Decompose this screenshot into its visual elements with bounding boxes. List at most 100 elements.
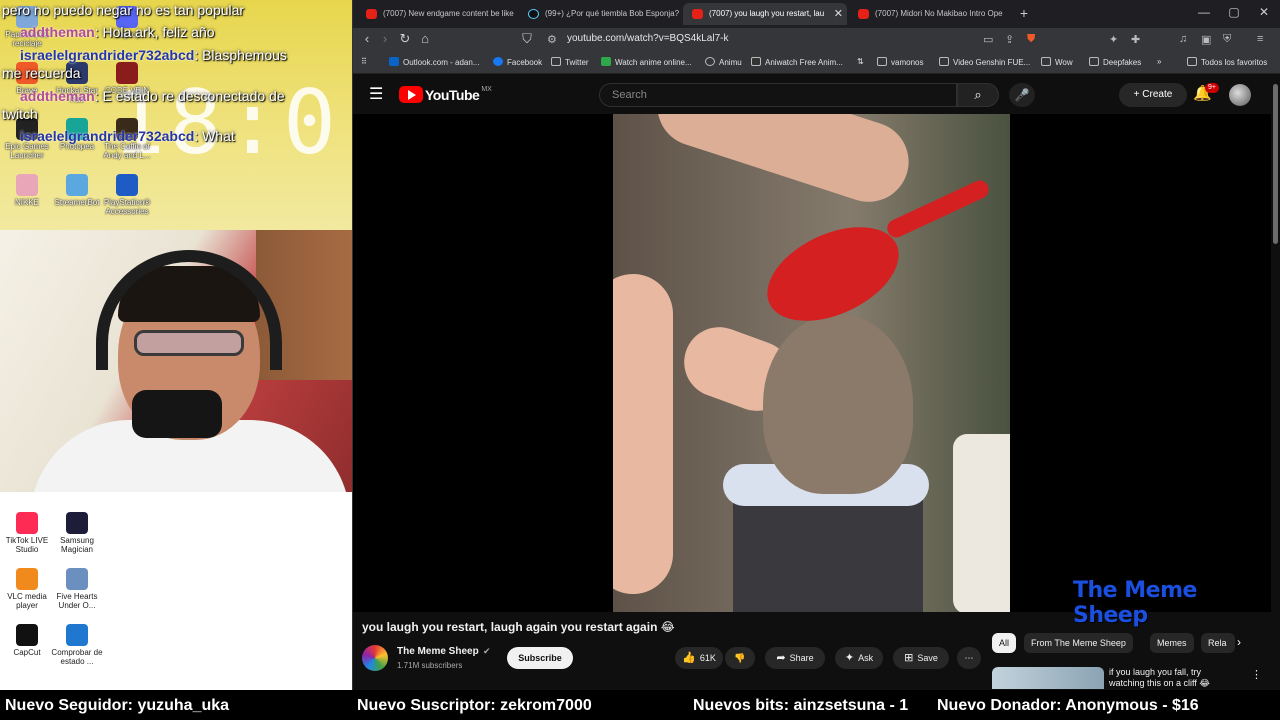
desktop-icon-nikke[interactable]: NIKKE	[0, 174, 54, 207]
browser-menu-icon[interactable]: ≡	[1257, 33, 1263, 45]
hamburger-menu-icon[interactable]: ☰	[369, 84, 383, 104]
new-bits-alert: Nuevos bits: ainzsetsuna - 1	[693, 697, 909, 714]
youtube-icon	[366, 9, 377, 19]
extensions-icon[interactable]: ✦	[1109, 33, 1118, 46]
recommendation-menu-icon[interactable]: ⋮	[1251, 668, 1262, 681]
bookmark-aniwatch[interactable]: Aniwatch Free Anim...	[751, 57, 843, 67]
bookmarks-bar: ⠿ Outlook.com - adan... Facebook Twitter…	[353, 52, 1280, 74]
desktop-icon-playstation[interactable]: PlayStation® Accessories	[100, 174, 154, 216]
tab-midori[interactable]: (7007) Midori No Makibao Intro Ope	[849, 3, 1009, 25]
recommendation-thumbnail[interactable]	[992, 667, 1104, 689]
share-button[interactable]: ➦ Share	[765, 647, 825, 669]
search-icon: ⌕	[974, 87, 982, 102]
recommendation-title[interactable]: if you laugh you fall, try watching this…	[1109, 667, 1239, 689]
ask-button[interactable]: ✦ Ask	[835, 647, 883, 669]
share-page-icon[interactable]: ⇪	[1005, 33, 1014, 46]
aniwatch-icon	[751, 57, 761, 66]
bookmark-all-favorites[interactable]: Todos los favoritos	[1187, 57, 1267, 67]
home-button[interactable]: ⌂	[415, 31, 435, 46]
channel-watermark: The Meme Sheep	[1073, 578, 1197, 628]
bookmark-folder-wow[interactable]: Wow	[1041, 57, 1073, 67]
vpn-icon[interactable]: ⛨	[1223, 33, 1231, 46]
chevron-right-icon[interactable]: ›	[1237, 635, 1241, 649]
youtube-logo[interactable]: YouTube MX	[399, 86, 492, 104]
bookmark-twitter[interactable]: Twitter	[551, 57, 589, 67]
minimize-button[interactable]: —	[1189, 5, 1219, 19]
bookmark-facebook[interactable]: Facebook	[493, 57, 542, 67]
chat-message: israelelgrandrider732abcd: Blasphemous	[20, 47, 287, 63]
new-tab-button[interactable]: +	[1009, 5, 1039, 21]
save-button[interactable]: ⊞ Save	[893, 647, 949, 669]
chip-all[interactable]: All	[992, 633, 1017, 653]
account-avatar[interactable]	[1229, 84, 1251, 106]
desktop-icon-capcut[interactable]: CapCut	[0, 624, 54, 657]
tab-bob-esponja[interactable]: (99+) ¿Por qué tiembla Bob Esponja?	[519, 3, 681, 25]
search-input[interactable]: Search	[599, 83, 957, 107]
stream-alerts-ticker: Nuevo Seguidor: yuzuha_uka Nuevo Suscrip…	[0, 690, 1280, 720]
voice-search-button[interactable]: 🎤	[1009, 83, 1035, 107]
chat-message: pero no puedo negar no es tan popular	[2, 2, 245, 18]
channel-name[interactable]: The Meme Sheep	[397, 646, 479, 657]
folder-icon	[1041, 57, 1051, 66]
scrollbar-thumb[interactable]	[1273, 84, 1278, 244]
chip-related[interactable]: Rela	[1201, 633, 1235, 653]
youtube-play-icon	[399, 86, 423, 104]
desktop-icon-five-hearts[interactable]: Five Hearts Under O...	[50, 568, 104, 610]
bookmark-folder-genshin[interactable]: Video Genshin FUE...	[939, 57, 1030, 67]
samsung-magician-icon	[66, 512, 88, 534]
forward-button[interactable]: ›	[375, 31, 395, 46]
webcam-feed	[0, 230, 352, 492]
desktop-panel: 18:0 Papelera de reciclaje Legacy Brave …	[0, 0, 352, 690]
tab-you-laugh[interactable]: (7007) you laugh you restart, lau ✕	[683, 3, 847, 25]
site-info-icon[interactable]: ⚙	[547, 33, 557, 46]
desktop-icon-samsung-magician[interactable]: Samsung Magician	[50, 512, 104, 554]
wallet-icon[interactable]: ▣	[1201, 33, 1211, 46]
back-button[interactable]: ‹	[357, 31, 377, 46]
create-button[interactable]: + Create	[1119, 83, 1187, 107]
microphone-icon: 🎤	[1014, 88, 1030, 102]
media-icon[interactable]: ♫	[1179, 33, 1187, 45]
bookmark-outlook[interactable]: Outlook.com - adan...	[389, 57, 479, 67]
close-window-button[interactable]: ✕	[1249, 5, 1279, 19]
cast-icon[interactable]: ▭	[983, 33, 993, 46]
nikke-icon	[16, 174, 38, 196]
desktop-icon-streamerbot[interactable]: StreamerBot	[50, 174, 104, 207]
sparkle-icon: ✦	[844, 652, 855, 664]
desktop-icon-tiktok-live[interactable]: TikTok LIVE Studio	[0, 512, 54, 554]
folder-icon	[1187, 57, 1197, 66]
chat-message: addtheman: Hola ark, feliz año	[20, 24, 215, 40]
chip-memes[interactable]: Memes	[1150, 633, 1194, 653]
chat-message: addtheman: E estado re desconectado de	[20, 88, 285, 104]
thumbs-up-icon: 👍	[682, 652, 696, 664]
desktop-icon-vlc[interactable]: VLC media player	[0, 568, 54, 610]
subscribe-button[interactable]: Subscribe	[507, 647, 573, 669]
bookmark-watch-anime[interactable]: Watch anime online...	[601, 57, 692, 67]
video-player[interactable]: The Meme Sheep	[353, 114, 1273, 628]
tab-new-endgame[interactable]: (7007) New endgame content be like	[357, 3, 517, 25]
bookmark-extra[interactable]: ⇅	[857, 57, 864, 66]
puzzle-icon[interactable]: ✚	[1131, 33, 1140, 46]
reload-button[interactable]: ↻	[395, 31, 415, 47]
url-field[interactable]: youtube.com/watch?v=BQS4kLal7-k	[567, 33, 728, 44]
channel-avatar[interactable]	[362, 645, 388, 671]
bookmark-folder-deepfakes[interactable]: Deepfakes	[1089, 57, 1141, 67]
brave-shields-icon[interactable]: ⛊	[1027, 33, 1035, 46]
bookmark-folder-vamonos[interactable]: vamonos	[877, 57, 923, 67]
more-actions-button[interactable]: ⋯	[957, 647, 981, 669]
apps-icon[interactable]: ⠿	[361, 57, 367, 66]
subscriber-count: 1.71M subscribers	[397, 661, 463, 670]
bookmarks-overflow-icon[interactable]: »	[1157, 57, 1161, 66]
search-button[interactable]: ⌕	[957, 83, 999, 107]
streamerbot-icon	[66, 174, 88, 196]
bookmark-icon[interactable]: ⛉	[517, 31, 537, 47]
more-icon: ⋯	[964, 653, 974, 663]
dislike-button[interactable]: 👎	[725, 647, 755, 669]
desktop-icon-health-check[interactable]: Comprobar de estado ...	[50, 624, 104, 666]
close-tab-icon[interactable]: ✕	[834, 3, 843, 25]
new-subscriber-alert: Nuevo Suscriptor: zekrom7000	[357, 697, 592, 714]
desktop-wallpaper: 18:0 Papelera de reciclaje Legacy Brave …	[0, 0, 352, 230]
like-button[interactable]: 👍 61K	[675, 647, 723, 669]
bookmark-animu[interactable]: Animu	[705, 57, 742, 67]
maximize-button[interactable]: ▢	[1219, 5, 1249, 19]
chip-from-channel[interactable]: From The Meme Sheep	[1024, 633, 1133, 653]
